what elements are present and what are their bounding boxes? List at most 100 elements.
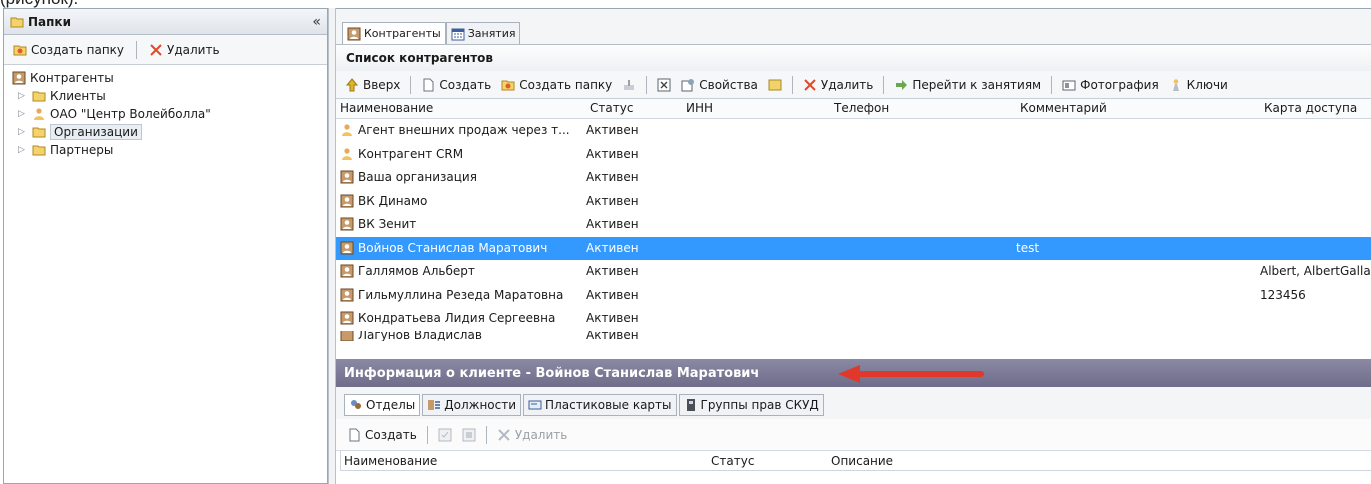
table-row[interactable]: Гильмуллина Резеда Маратовна Активен 123… — [336, 284, 1371, 308]
column-name[interactable]: Наименование — [344, 454, 437, 468]
delete-department-button[interactable]: Удалить — [494, 426, 571, 444]
key-person-icon — [1169, 78, 1183, 92]
excel-icon — [657, 78, 671, 92]
excel-export-button[interactable] — [654, 76, 674, 94]
expand-arrow-icon[interactable]: ▷ — [18, 109, 28, 119]
table-row[interactable]: Ваша организация Активен — [336, 166, 1371, 190]
table-row[interactable]: Галлямов Альберт Активен Albert, AlbertG… — [336, 260, 1371, 284]
tree-item-label: Клиенты — [50, 89, 106, 103]
view-button[interactable] — [459, 426, 479, 444]
row-status: Активен — [586, 264, 639, 278]
contractor-icon — [340, 217, 354, 231]
delete-x-icon — [149, 43, 163, 57]
properties-button[interactable]: Свойства — [678, 76, 761, 94]
folder-icon — [32, 143, 46, 157]
row-name: ВК Зенит — [358, 217, 417, 231]
tree-item-partners[interactable]: ▷ Партнеры — [12, 141, 319, 159]
column-description[interactable]: Описание — [831, 454, 893, 468]
list-title: Список контрагентов — [336, 45, 1371, 71]
toolbar-separator — [136, 40, 138, 59]
tree-item-volleyball-center[interactable]: ▷ ОАО "Центр Волейболла" — [12, 105, 319, 123]
positions-icon — [427, 398, 441, 412]
collapse-panel-button[interactable]: « — [312, 14, 321, 30]
tab-label: Пластиковые карты — [545, 398, 672, 412]
tree-item-clients[interactable]: ▷ Клиенты — [12, 87, 319, 105]
create-folder-button[interactable]: Создать папку — [10, 41, 127, 59]
column-phone[interactable]: Телефон — [830, 101, 889, 115]
column-status[interactable]: Статус — [586, 101, 633, 115]
create-button[interactable]: Создать — [418, 76, 494, 94]
table-row[interactable]: Лагунов Владислав Активен — [336, 330, 1371, 341]
go-to-lessons-button[interactable]: Перейти к занятиям — [891, 76, 1044, 94]
table-row[interactable]: Кондратьева Лидия Сергеевна Активен — [336, 307, 1371, 331]
row-name: Галлямов Альберт — [358, 264, 475, 278]
tab-label: Контрагенты — [364, 27, 441, 40]
table-row[interactable]: ВК Динамо Активен — [336, 190, 1371, 214]
row-status: Активен — [586, 146, 639, 161]
new-folder-icon — [501, 78, 515, 92]
row-card: Albert, AlbertGalla — [1260, 264, 1371, 278]
keys-label: Ключи — [1186, 77, 1228, 92]
up-button[interactable]: Вверх — [342, 76, 403, 94]
card-icon — [528, 398, 542, 412]
table-row[interactable]: ВК Зенит Активен — [336, 213, 1371, 237]
contractor-icon — [340, 330, 354, 341]
tab-positions[interactable]: Должности — [422, 394, 522, 416]
delete-folder-button[interactable]: Удалить — [146, 41, 223, 59]
column-comment[interactable]: Комментарий — [1016, 101, 1107, 115]
tab-plastic-cards[interactable]: Пластиковые карты — [523, 394, 677, 416]
panel-splitter[interactable] — [328, 8, 336, 484]
contractor-icon — [12, 71, 26, 85]
main-tabs: Контрагенты Занятия — [336, 9, 1371, 45]
move-hand-icon — [622, 78, 636, 92]
expand-arrow-icon[interactable]: ▷ — [18, 145, 28, 155]
tab-departments[interactable]: Отделы — [344, 394, 421, 416]
create-department-button[interactable]: Создать — [344, 426, 420, 444]
row-status: Активен — [586, 330, 639, 341]
photo-button[interactable]: Фотография — [1059, 76, 1162, 94]
toolbar-separator — [646, 75, 648, 94]
create-folder-button[interactable]: Создать папку — [498, 76, 615, 94]
column-name[interactable]: Наименование — [336, 101, 433, 115]
new-document-icon — [421, 78, 435, 92]
edit-button[interactable] — [435, 426, 455, 444]
table-row[interactable]: Контрагент CRM Активен — [336, 143, 1371, 167]
tree-item-contractors[interactable]: Контрагенты — [12, 69, 319, 87]
row-name: Контрагент CRM — [358, 146, 464, 161]
tree-item-organizations[interactable]: ▷ Организации — [12, 123, 319, 141]
folders-panel: Папки « Создать папку Удалить Контрагент… — [3, 8, 328, 484]
row-status: Активен — [586, 287, 639, 302]
create-folder-label: Создать папку — [31, 42, 125, 57]
column-card[interactable]: Карта доступа — [1260, 101, 1357, 115]
row-status: Активен — [586, 193, 639, 208]
properties-icon — [681, 78, 695, 92]
table-row-selected[interactable]: Войнов Станислав Маратович Активен test — [336, 236, 1371, 260]
row-name: Войнов Станислав Маратович — [358, 240, 548, 255]
row-status: Активен — [586, 311, 639, 325]
toolbar-separator — [883, 75, 885, 94]
row-name: Кондратьева Лидия Сергеевна — [358, 311, 556, 325]
view-icon — [462, 428, 476, 442]
tab-lessons[interactable]: Занятия — [445, 22, 521, 44]
column-inn[interactable]: ИНН — [682, 101, 713, 115]
expand-arrow-icon[interactable]: ▷ — [18, 91, 28, 101]
folder-open-icon — [10, 15, 24, 29]
new-folder-icon — [13, 43, 27, 57]
delete-button[interactable]: Удалить — [800, 76, 877, 94]
tab-contractors[interactable]: Контрагенты — [342, 22, 446, 44]
move-button[interactable] — [619, 76, 639, 94]
row-comment: test — [1016, 240, 1040, 255]
calendar-icon — [451, 27, 465, 41]
table-row[interactable]: Агент внешних продаж через т... Активен — [336, 119, 1371, 143]
row-name: Лагунов Владислав — [358, 330, 482, 341]
tab-access-groups[interactable]: Группы прав СКУД — [678, 394, 824, 416]
row-status: Активен — [586, 123, 639, 137]
keys-button[interactable]: Ключи — [1166, 76, 1231, 94]
folders-panel-title: Папки — [28, 14, 71, 29]
tree-item-label: ОАО "Центр Волейболла" — [50, 107, 211, 121]
expand-arrow-icon[interactable]: ▷ — [18, 127, 28, 137]
note-button[interactable] — [765, 76, 785, 94]
column-status[interactable]: Статус — [711, 454, 754, 468]
toolbar-separator — [1051, 75, 1053, 94]
org-user-icon — [340, 147, 354, 161]
